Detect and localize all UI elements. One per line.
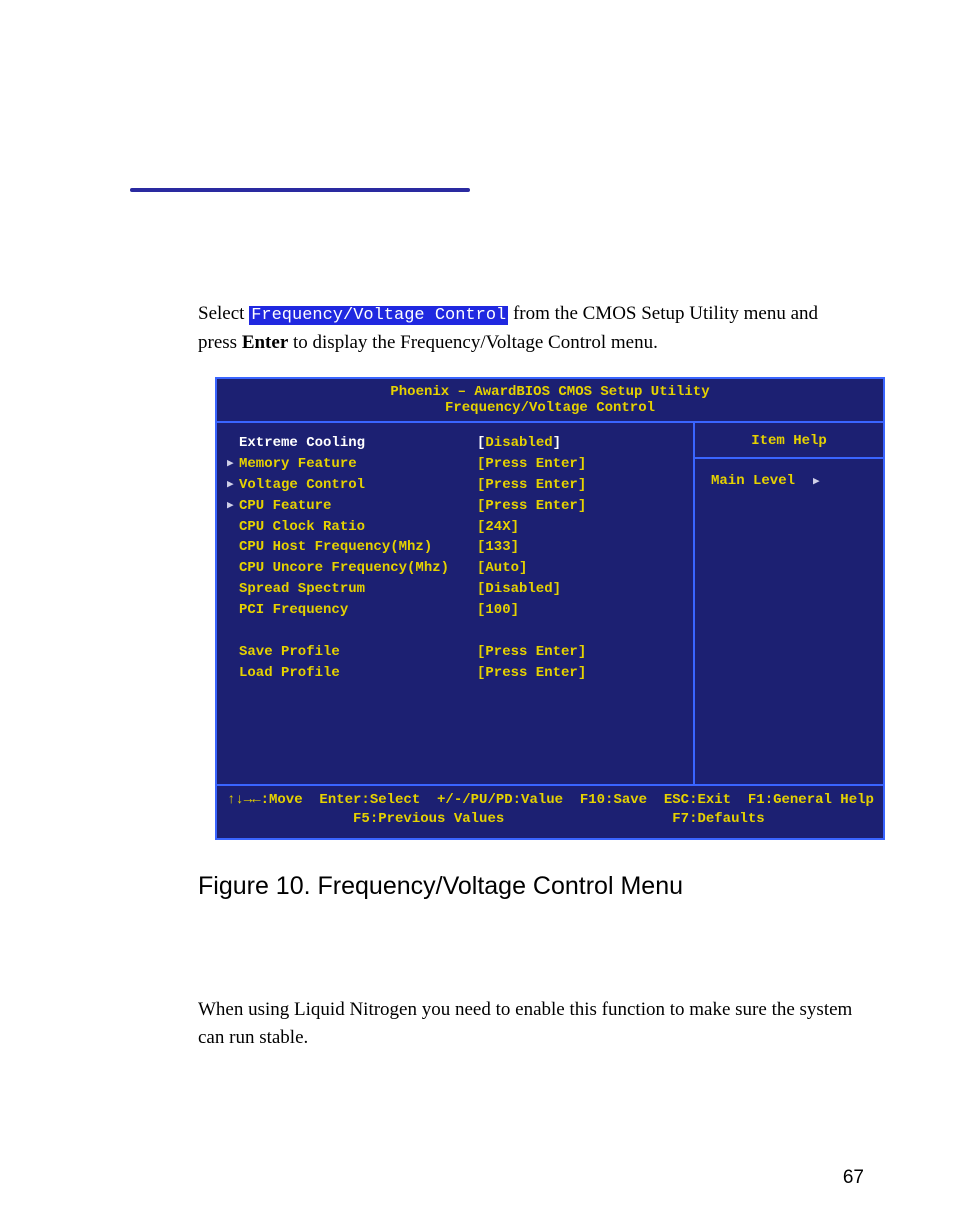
bios-item-load-profile[interactable]: ▶ Load Profile [Press Enter]	[217, 663, 693, 684]
intro-paragraph: Select Frequency/Voltage Control from th…	[198, 300, 853, 357]
item-label: Spread Spectrum	[239, 580, 477, 599]
item-value: [Press Enter]	[477, 643, 586, 662]
bios-item-voltage-control[interactable]: ▶ Voltage Control [Press Enter]	[217, 475, 693, 496]
bios-window: Phoenix – AwardBIOS CMOS Setup Utility F…	[215, 377, 885, 840]
triangle-icon: ▶	[227, 457, 239, 472]
item-value: [24X]	[477, 518, 519, 537]
item-value: [100]	[477, 601, 519, 620]
figure-caption: Figure 10. Frequency/Voltage Control Men…	[198, 872, 864, 901]
intro-select: Select	[198, 303, 249, 324]
bios-right-panel: Item Help Main Level▶	[695, 423, 883, 784]
bios-item-pci-frequency[interactable]: ▶ PCI Frequency [100]	[217, 600, 693, 621]
item-label: PCI Frequency	[239, 601, 477, 620]
bios-item-memory-feature[interactable]: ▶ Memory Feature [Press Enter]	[217, 454, 693, 475]
main-level-text: Main Level	[711, 473, 795, 489]
item-value: Disabled	[485, 434, 552, 453]
section-hr	[130, 188, 470, 192]
item-value: [Disabled]	[477, 580, 561, 599]
footer-line-2: F5:Previous Values F7:Defaults	[227, 810, 873, 830]
bios-item-cpu-uncore-freq[interactable]: ▶ CPU Uncore Frequency(Mhz) [Auto]	[217, 558, 693, 579]
item-value: [133]	[477, 538, 519, 557]
bios-item-save-profile[interactable]: ▶ Save Profile [Press Enter]	[217, 642, 693, 663]
page-root: Select Frequency/Voltage Control from th…	[0, 0, 954, 1227]
bios-item-cpu-host-freq[interactable]: ▶ CPU Host Frequency(Mhz) [133]	[217, 537, 693, 558]
bios-item-extreme-cooling[interactable]: ▶ Extreme Cooling [Disabled]	[217, 433, 693, 454]
body-para-2: When using Liquid Nitrogen you need to e…	[198, 996, 853, 1053]
bios-panels: ▶ Extreme Cooling [Disabled] ▶ Memory Fe…	[217, 421, 883, 786]
item-label: Save Profile	[239, 643, 477, 662]
item-value-bracket-open: [	[477, 434, 485, 453]
triangle-icon: ▶	[795, 476, 820, 488]
bios-subtitle: Frequency/Voltage Control	[217, 400, 883, 421]
bios-item-spread-spectrum[interactable]: ▶ Spread Spectrum [Disabled]	[217, 579, 693, 600]
main-level-label: Main Level▶	[695, 459, 883, 489]
intro-enter: Enter	[242, 332, 288, 353]
triangle-icon: ▶	[227, 478, 239, 493]
bios-item-cpu-feature[interactable]: ▶ CPU Feature [Press Enter]	[217, 496, 693, 517]
triangle-icon: ▶	[227, 499, 239, 514]
intro-code-token: Frequency/Voltage Control	[249, 306, 508, 325]
item-value: [Press Enter]	[477, 455, 586, 474]
item-help-title: Item Help	[695, 433, 883, 459]
item-value: [Press Enter]	[477, 497, 586, 516]
intro-tail: to display the Frequency/Voltage Control…	[288, 332, 658, 353]
footer-line-1: ↑↓→←:Move Enter:Select +/-/PU/PD:Value F…	[227, 791, 873, 811]
item-label: CPU Uncore Frequency(Mhz)	[239, 559, 477, 578]
bios-title: Phoenix – AwardBIOS CMOS Setup Utility	[217, 379, 883, 400]
item-label: Extreme Cooling	[239, 434, 477, 453]
bios-footer: ↑↓→←:Move Enter:Select +/-/PU/PD:Value F…	[217, 786, 883, 838]
item-label: Load Profile	[239, 664, 477, 683]
bios-left-panel: ▶ Extreme Cooling [Disabled] ▶ Memory Fe…	[217, 423, 695, 784]
item-label: CPU Host Frequency(Mhz)	[239, 538, 477, 557]
item-value: [Auto]	[477, 559, 527, 578]
bios-spacer	[217, 621, 693, 642]
item-value: [Press Enter]	[477, 664, 586, 683]
item-label: CPU Feature	[239, 497, 477, 516]
page-number: 67	[843, 1167, 864, 1189]
item-label: Voltage Control	[239, 476, 477, 495]
item-label: CPU Clock Ratio	[239, 518, 477, 537]
bios-item-cpu-clock-ratio[interactable]: ▶ CPU Clock Ratio [24X]	[217, 517, 693, 538]
item-value-bracket-close: ]	[553, 434, 561, 453]
item-value: [Press Enter]	[477, 476, 586, 495]
item-label: Memory Feature	[239, 455, 477, 474]
